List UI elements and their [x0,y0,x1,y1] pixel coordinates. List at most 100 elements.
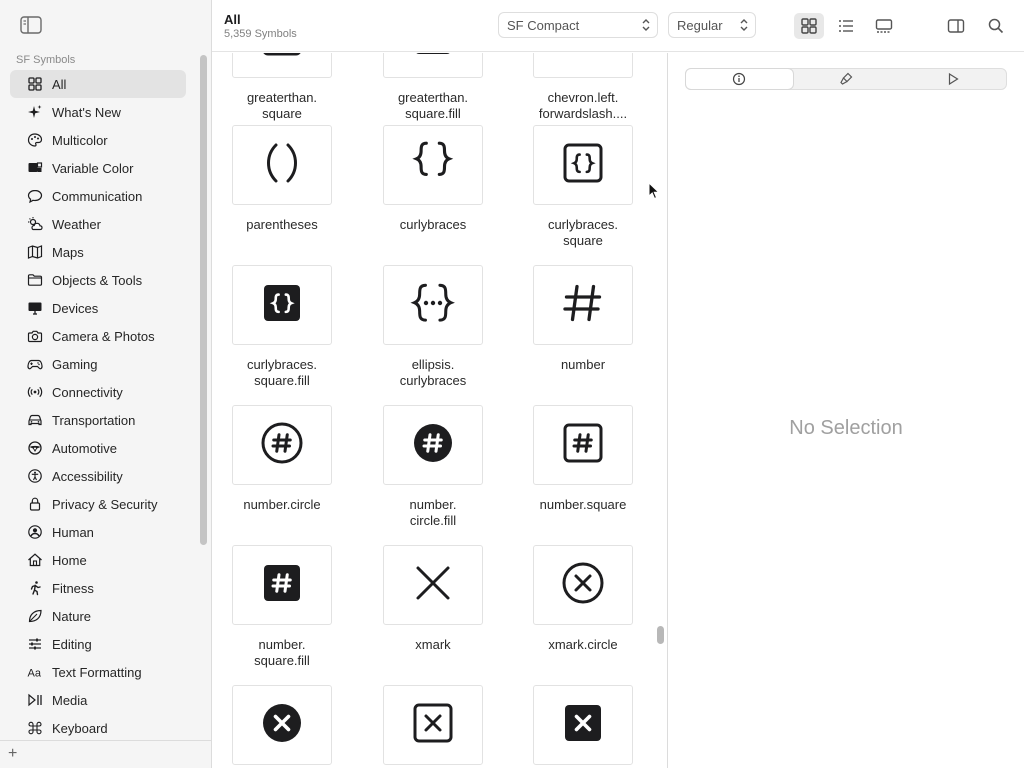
symbol-tile[interactable] [383,545,483,625]
symbol-tile[interactable] [533,53,633,78]
symbol-tile[interactable] [533,685,633,765]
sidebar-item-accessibility[interactable]: Accessibility [10,462,186,490]
symbol-name: greaterthan. square [246,90,318,121]
sidebar-item-communication[interactable]: Communication [10,182,186,210]
sidebar-item-weather[interactable]: Weather [10,210,186,238]
symbol-cell[interactable]: ellipsis. curlybraces [373,265,493,389]
sidebar-item-keyboard[interactable]: Keyboard [10,714,186,742]
symbol-tile[interactable] [383,265,483,345]
sidebar-item-transportation[interactable]: Transportation [10,406,186,434]
sidebar-item-camera-photos[interactable]: Camera & Photos [10,322,186,350]
sidebar-item-human[interactable]: Human [10,518,186,546]
textformat-icon: Aa [26,663,44,681]
symbol-name: number.circle [243,497,321,512]
symbol-cell[interactable]: number. square.fill [222,545,342,669]
palette-icon [26,131,44,149]
symbol-tile[interactable] [232,685,332,765]
symbol-cell[interactable]: number.square [523,405,643,513]
tab-rendering[interactable] [793,69,900,89]
search-button[interactable] [981,13,1011,39]
symbol-cell[interactable] [523,685,643,768]
sidebar-item-privacy-security[interactable]: Privacy & Security [10,490,186,518]
symbol-cell[interactable]: parentheses [222,125,342,233]
greaterthan-square-icon [256,53,308,67]
inspector-toggle-button[interactable] [941,13,971,39]
sidebar-list: All What's New Multicolor Variable Color Com… [10,70,186,742]
sidebar-item-multicolor[interactable]: Multicolor [10,126,186,154]
gallery-view-button[interactable] [869,13,899,39]
accessibility-icon [26,467,44,485]
sidebar-item-label: Camera & Photos [52,328,155,344]
symbol-cell[interactable]: curlybraces. square [523,125,643,249]
sidebar-item-objects-tools[interactable]: Objects & Tools [10,266,186,294]
symbol-cell[interactable]: chevron.left. forwardslash.... [523,53,643,122]
symbol-cell[interactable]: number [523,265,643,373]
symbol-cell[interactable]: greaterthan. square [222,53,342,122]
sidebar-item-automotive[interactable]: Automotive [10,434,186,462]
sidebar-item-label: Keyboard [52,720,108,736]
symbol-tile[interactable] [533,405,633,485]
symbol-tile[interactable] [533,125,633,205]
sidebar-item-label: All [52,76,67,92]
symbol-tile[interactable] [232,125,332,205]
symbol-cell[interactable]: curlybraces. square.fill [222,265,342,389]
grid-scrollbar[interactable] [657,626,664,644]
figure-run-icon [26,579,44,597]
list-view-button[interactable] [831,13,861,39]
chevron-updown-icon [740,19,748,31]
symbol-tile[interactable] [383,125,483,205]
sidebar-item-label: What's New [52,104,121,120]
search-icon [988,18,1004,34]
sidebar-item-label: Nature [52,608,92,624]
symbol-tile[interactable] [232,545,332,625]
symbol-cell[interactable]: xmark.circle [523,545,643,653]
font-select[interactable]: SF Compact [498,12,658,38]
sidebar-item-home[interactable]: Home [10,546,186,574]
sidebar-item-nature[interactable]: Nature [10,602,186,630]
symbol-cell[interactable]: greaterthan. square.fill [373,53,493,122]
page-title: All [224,12,241,27]
sidebar-item-variable-color[interactable]: Variable Color [10,154,186,182]
sidebar-item-what-s-new[interactable]: What's New [10,98,186,126]
sidebar-item-fitness[interactable]: Fitness [10,574,186,602]
symbol-cell[interactable]: curlybraces [373,125,493,233]
paintbrush-icon [840,72,853,85]
sidebar-item-gaming[interactable]: Gaming [10,350,186,378]
symbol-tile[interactable] [232,53,332,78]
sidebar-item-connectivity[interactable]: Connectivity [10,378,186,406]
symbol-cell[interactable] [373,685,493,768]
inspector-panel: No Selection [668,53,1024,768]
grid-view-button[interactable] [794,13,824,39]
symbol-tile[interactable] [232,265,332,345]
sidebar-item-devices[interactable]: Devices [10,294,186,322]
symbol-name: xmark.circle [548,637,618,652]
leaf-icon [26,607,44,625]
symbol-name: number.square [539,497,627,512]
symbol-tile[interactable] [383,53,483,78]
inspector-tabs [685,68,1007,90]
symbol-cell[interactable]: number.circle [222,405,342,513]
tab-animation[interactable] [899,69,1006,89]
add-collection-icon[interactable]: + [8,745,17,763]
sidebar-item-label: Variable Color [52,160,134,176]
symbol-cell[interactable] [222,685,342,768]
symbol-tile[interactable] [232,405,332,485]
sidebar-item-editing[interactable]: Editing [10,630,186,658]
camera-icon [26,327,44,345]
sidebar-toggle-icon[interactable] [20,16,42,34]
sidebar-item-maps[interactable]: Maps [10,238,186,266]
symbol-tile[interactable] [383,405,483,485]
tab-info[interactable] [686,69,793,89]
sidebar-scrollbar[interactable] [200,55,207,545]
symbol-tile[interactable] [383,685,483,765]
sidebar-item-all[interactable]: All [10,70,186,98]
symbol-tile[interactable] [533,545,633,625]
symbol-tile[interactable] [533,265,633,345]
symbol-name: number. circle.fill [409,497,457,528]
sidebar-item-media[interactable]: Media [10,686,186,714]
sidebar: SF Symbols All What's New Multicolor Variab… [0,0,212,768]
symbol-cell[interactable]: number. circle.fill [373,405,493,529]
symbol-cell[interactable]: xmark [373,545,493,653]
sidebar-item-text-formatting[interactable]: Aa Text Formatting [10,658,186,686]
weight-select[interactable]: Regular [668,12,756,38]
